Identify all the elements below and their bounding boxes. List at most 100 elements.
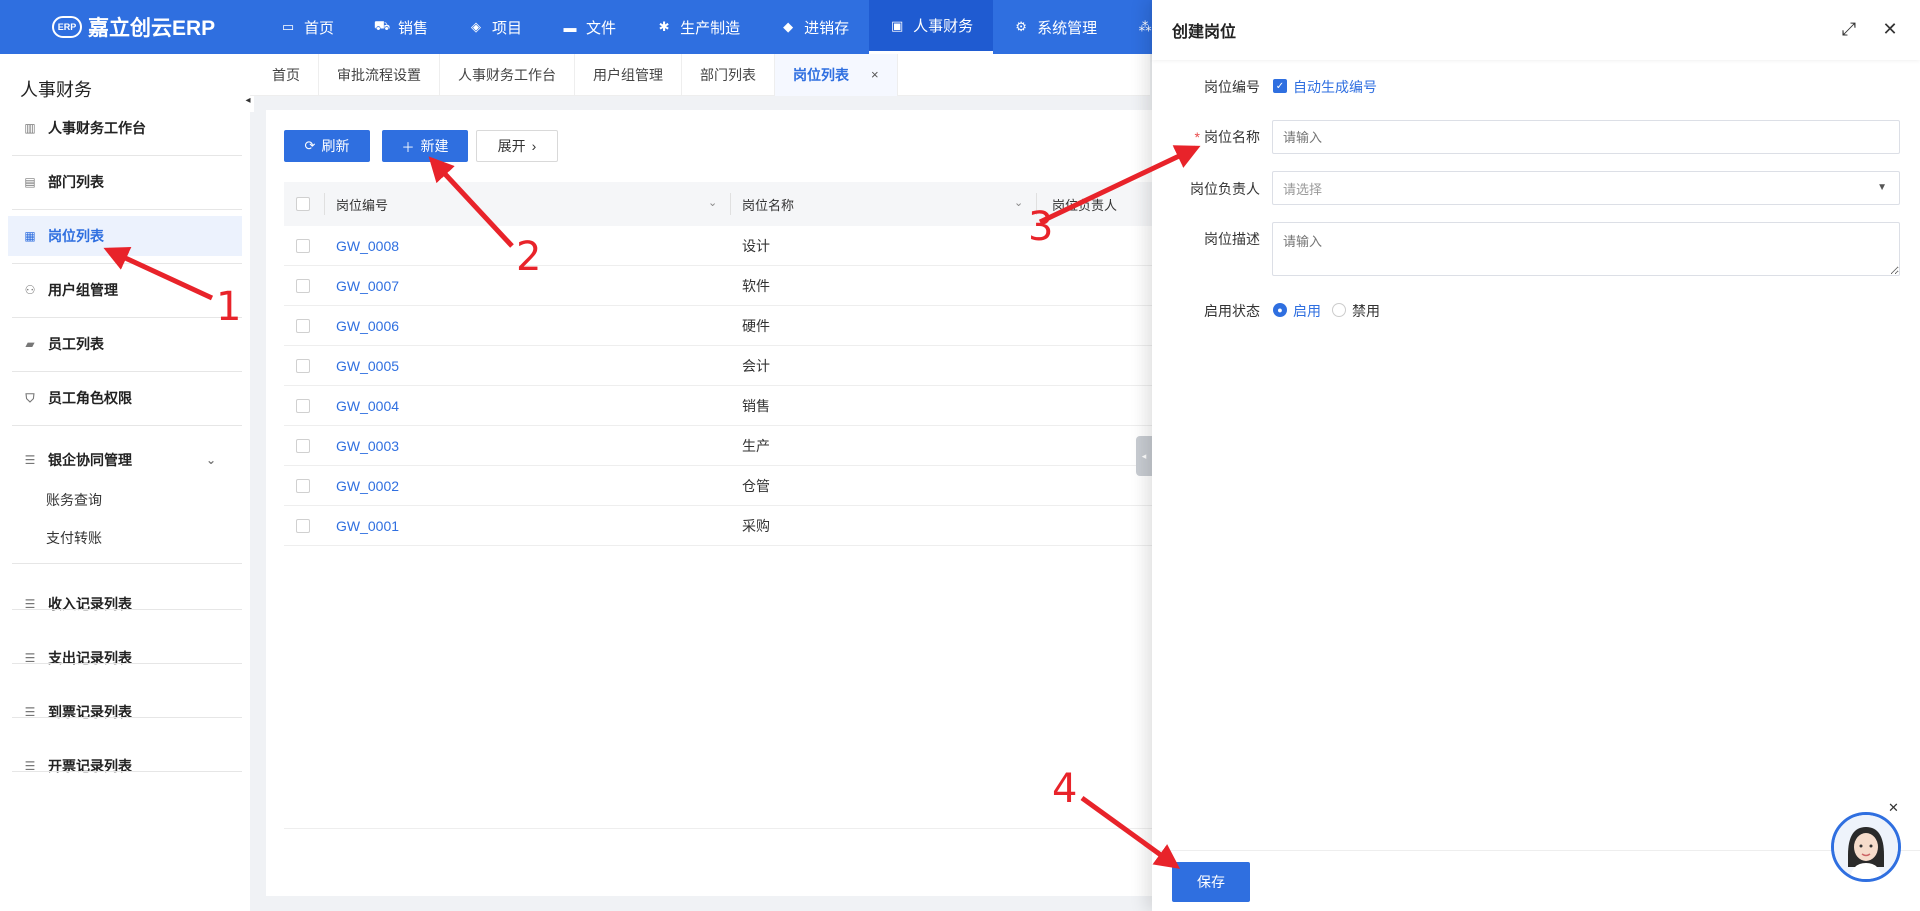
doc-icon: ▤	[24, 175, 36, 189]
table-row[interactable]: GW_0003 生产	[284, 426, 1164, 466]
tab-positions[interactable]: 岗位列表 ×	[775, 53, 898, 96]
close-icon[interactable]: ×	[871, 67, 879, 82]
row-checkbox[interactable]	[296, 398, 310, 413]
auto-code-checkbox[interactable]: ✓	[1273, 79, 1287, 93]
sidebar-item-bank-collab[interactable]: ☰ 银企协同管理 ⌄	[8, 440, 242, 480]
sidebar-item-employees[interactable]: ▰ 员工列表	[8, 324, 242, 364]
close-icon[interactable]: ✕	[1888, 800, 1899, 816]
chevron-down-icon[interactable]: ⌄	[1014, 196, 1023, 209]
owner-select[interactable]: 请选择 ▼	[1272, 171, 1900, 205]
row-checkbox[interactable]	[296, 278, 310, 293]
auto-code-label[interactable]: 自动生成编号	[1293, 77, 1377, 97]
status-disabled-label[interactable]: 禁用	[1352, 301, 1380, 321]
header-name[interactable]: 岗位名称	[742, 195, 794, 214]
table-row[interactable]: GW_0002 仓管	[284, 466, 1164, 506]
tab-hr-workbench[interactable]: 人事财务工作台	[440, 53, 575, 96]
tab-home[interactable]: 首页	[254, 53, 319, 96]
row-checkbox[interactable]	[296, 518, 310, 533]
row-checkbox[interactable]	[296, 438, 310, 453]
tab-bar: 首页 审批流程设置 人事财务工作台 用户组管理 部门列表 岗位列表 ×	[250, 53, 1150, 96]
maximize-icon[interactable]: ⤢	[1838, 18, 1860, 40]
row-checkbox[interactable]	[296, 238, 310, 253]
assistant-avatar[interactable]	[1831, 812, 1901, 882]
status-disabled-radio[interactable]	[1332, 303, 1346, 317]
nav-manufacturing[interactable]: ✱ 生产制造	[636, 0, 760, 54]
drawer-header: 创建岗位	[1152, 0, 1920, 60]
nav-sales[interactable]: ⛟ 销售	[354, 0, 448, 54]
position-code-link[interactable]: GW_0004	[336, 398, 399, 414]
nav-inventory[interactable]: ◆ 进销存	[760, 0, 869, 54]
monitor-icon: ▭	[281, 19, 295, 34]
app-logo[interactable]: ERP 嘉立创云ERP	[0, 0, 260, 54]
annotation-number-4: 4	[1052, 766, 1078, 812]
new-button[interactable]: ＋新建	[382, 130, 468, 162]
header-code[interactable]: 岗位编号	[336, 195, 388, 214]
position-code-link[interactable]: GW_0005	[336, 358, 399, 374]
divider	[12, 263, 242, 264]
expand-button[interactable]: 展开 ›	[476, 130, 558, 162]
refresh-button[interactable]: ⟳ 刷新	[284, 130, 370, 162]
position-code-link[interactable]: GW_0001	[336, 518, 399, 534]
row-checkbox[interactable]	[296, 358, 310, 373]
tab-user-groups[interactable]: 用户组管理	[575, 53, 682, 96]
header-owner[interactable]: 岗位负责人	[1052, 195, 1117, 214]
nav-system[interactable]: ⚙ 系统管理	[993, 0, 1117, 54]
select-all-checkbox[interactable]	[296, 197, 310, 211]
cube-icon: ◆	[783, 19, 794, 34]
table-row[interactable]: GW_0001 采购	[284, 506, 1164, 546]
status-enabled-radio[interactable]: ●	[1273, 303, 1287, 317]
plus-icon: ＋	[401, 139, 415, 155]
divider	[324, 193, 325, 215]
drawer-handle[interactable]: ◂	[1136, 436, 1152, 476]
layers-icon: ◈	[471, 19, 482, 34]
position-name: 销售	[742, 397, 770, 414]
position-code-link[interactable]: GW_0006	[336, 318, 399, 334]
position-code-link[interactable]: GW_0002	[336, 478, 399, 494]
sidebar: 人事财务 ▥ 人事财务工作台 ▤ 部门列表 ▦ 岗位列表 ⚇ 用户组管理 ▰ 员工列表 ⛉…	[0, 54, 250, 911]
divider	[12, 563, 242, 564]
sidebar-item-workbench[interactable]: ▥ 人事财务工作台	[8, 108, 242, 148]
sidebar-item-roles[interactable]: ⛉ 员工角色权限	[8, 378, 242, 418]
sidebar-item-positions[interactable]: ▦ 岗位列表	[8, 216, 242, 256]
table-row[interactable]: GW_0006 硬件	[284, 306, 1164, 346]
chevron-down-icon[interactable]: ⌄	[708, 196, 717, 209]
nav-files[interactable]: ▬ 文件	[542, 0, 636, 54]
row-checkbox[interactable]	[296, 318, 310, 333]
sidebar-item-invoice-received[interactable]: ☰ 到票记录列表	[8, 692, 242, 732]
owner-label: 岗位负责人	[1190, 181, 1260, 197]
sidebar-item-departments[interactable]: ▤ 部门列表	[8, 162, 242, 202]
tab-approval-settings[interactable]: 审批流程设置	[319, 53, 440, 96]
row-checkbox[interactable]	[296, 478, 310, 493]
nav-hr-finance[interactable]: ▣ 人事财务	[869, 0, 994, 54]
position-name-input[interactable]	[1272, 120, 1900, 154]
divider	[284, 828, 1164, 829]
annotation-number-3: 3	[1028, 204, 1054, 250]
position-desc-input[interactable]	[1272, 222, 1900, 276]
sidebar-item-invoice-issued[interactable]: ☰ 开票记录列表	[8, 746, 242, 786]
close-icon[interactable]: ✕	[1879, 18, 1901, 40]
divider	[12, 771, 242, 772]
sidebar-item-user-groups[interactable]: ⚇ 用户组管理	[8, 270, 242, 310]
sidebar-subitem-ledger-query[interactable]: 账务查询	[46, 490, 102, 510]
position-name: 仓管	[742, 477, 770, 494]
sidebar-item-expense[interactable]: ☰ 支出记录列表	[8, 638, 242, 678]
desc-label: 岗位描述	[1204, 231, 1260, 247]
table-row[interactable]: GW_0005 会计	[284, 346, 1164, 386]
table-row[interactable]: GW_0004 销售	[284, 386, 1164, 426]
table-row[interactable]: GW_0007 软件	[284, 266, 1164, 306]
status-enabled-label[interactable]: 启用	[1293, 301, 1321, 321]
divider	[1152, 850, 1920, 851]
tab-departments[interactable]: 部门列表	[682, 53, 775, 96]
nav-project[interactable]: ◈ 项目	[448, 0, 542, 54]
save-button[interactable]: 保存	[1172, 862, 1250, 902]
sidebar-title: 人事财务	[20, 80, 92, 100]
position-code-link[interactable]: GW_0003	[336, 438, 399, 454]
nav-home[interactable]: ▭ 首页	[260, 0, 354, 54]
name-label: * 岗位名称	[1194, 129, 1260, 145]
position-code-link[interactable]: GW_0008	[336, 238, 399, 254]
position-code-link[interactable]: GW_0007	[336, 278, 399, 294]
chart-icon: ▥	[24, 121, 36, 135]
cart-icon: ⛟	[373, 18, 391, 33]
sidebar-item-income[interactable]: ☰ 收入记录列表	[8, 584, 242, 624]
sidebar-subitem-payment-transfer[interactable]: 支付转账	[46, 528, 102, 548]
